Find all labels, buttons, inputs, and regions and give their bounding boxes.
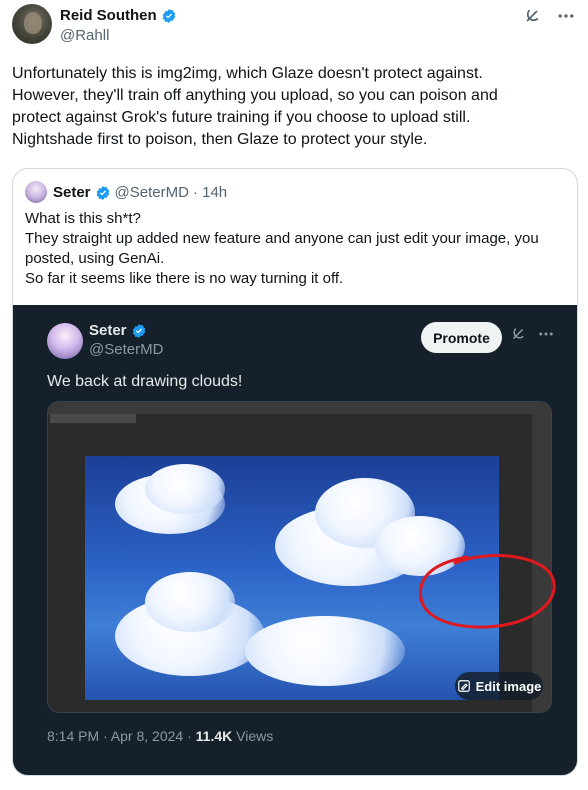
embedded-avatar [47, 323, 83, 359]
edit-image-icon [457, 680, 470, 692]
tweet-text: Unfortunately this is img2img, which Gla… [12, 65, 498, 148]
edit-image-label: Edit image [475, 678, 542, 694]
embedded-author-name: Seter [89, 322, 127, 339]
quote-author-handle[interactable]: @SeterMD [115, 184, 189, 201]
photoshop-doc-tab [50, 414, 136, 423]
quote-media-screenshot[interactable]: Seter @SeterMD Promote We back at drawin… [13, 305, 577, 775]
quote-time[interactable]: · 14h [193, 184, 227, 201]
photoshop-toolbar [48, 402, 551, 414]
cloud-shape [245, 616, 405, 686]
tweet-actions-top [522, 6, 576, 26]
quote-avatar[interactable] [25, 181, 47, 203]
grok-icon[interactable] [522, 6, 542, 26]
more-icon[interactable] [556, 6, 576, 26]
views-count: 11.4K [195, 728, 233, 744]
verified-badge-icon [162, 8, 175, 23]
embedded-timestamp: 8:14 PM · Apr 8, 2024 · 11.4K Views [47, 728, 273, 744]
author-avatar[interactable] [12, 4, 52, 44]
embedded-actions [509, 325, 555, 343]
cloud-shape [145, 572, 235, 632]
embedded-name-row: Seter [89, 322, 147, 339]
embedded-tweet-text: We back at drawing clouds! [47, 373, 243, 390]
verified-badge-icon [96, 185, 109, 200]
quote-text: What is this sh*t? They straight up adde… [25, 210, 539, 287]
author-name-row[interactable]: Reid Southen [60, 7, 177, 24]
views-label: Views [232, 728, 274, 744]
quoted-tweet[interactable]: Seter @SeterMD · 14h What is this sh*t? … [12, 168, 578, 776]
grok-icon [512, 328, 524, 340]
cloud-shape [145, 464, 225, 514]
post-date: 8:14 PM · Apr 8, 2024 · [47, 728, 196, 744]
edit-image-button: Edit image [455, 672, 543, 700]
red-annotation-circle [418, 554, 556, 629]
embedded-author-handle: @SeterMD [89, 341, 164, 358]
verified-badge-icon [132, 323, 145, 338]
more-icon [539, 332, 553, 336]
author-name[interactable]: Reid Southen [60, 7, 157, 24]
quote-author-name[interactable]: Seter [53, 184, 91, 201]
author-handle[interactable]: @Rahll [60, 27, 109, 44]
promote-button: Promote [421, 322, 502, 353]
quote-header: Seter @SeterMD · 14h [53, 184, 227, 201]
